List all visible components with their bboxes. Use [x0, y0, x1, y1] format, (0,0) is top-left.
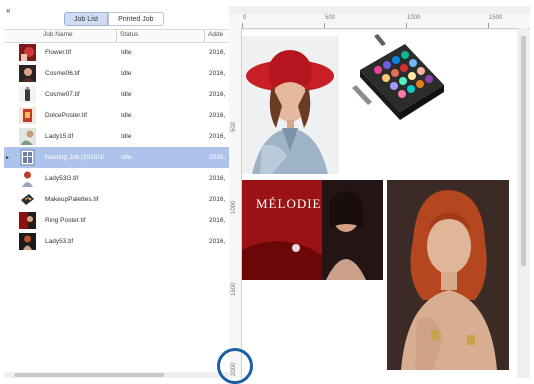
column-status[interactable]: Status: [120, 31, 138, 38]
table-row-selected[interactable]: ▸ Nesting Job [2016/1! Idle 2016,: [4, 147, 229, 168]
job-added: 2016,: [209, 196, 226, 203]
table-row[interactable]: Cosme06.tif Idle 2016,: [4, 63, 229, 84]
job-status: Idle: [121, 70, 132, 77]
image-makeup-palette[interactable]: [350, 30, 450, 130]
image-thumb-lady-red: [19, 170, 36, 187]
image-melodie-poster[interactable]: MÉLODIE: [242, 180, 383, 280]
job-status: Idle: [121, 91, 132, 98]
poster-title: MÉLODIE: [256, 196, 322, 211]
job-added: 2016,: [209, 49, 226, 56]
image-thumb-lady-dark: [19, 233, 36, 250]
job-name: Flower.tif: [45, 49, 72, 56]
job-added: 2016,: [209, 238, 226, 245]
horizontal-scrollbar[interactable]: [4, 372, 229, 378]
print-canvas[interactable]: MÉLODIE: [242, 30, 517, 378]
job-name: DolcePoster.tif: [45, 112, 87, 119]
ruler-tick: [324, 23, 325, 28]
job-name: Ring Poster.tif: [45, 217, 86, 224]
job-table-header: Job Name Status Adde: [4, 29, 229, 43]
image-thumb-bottle: [19, 86, 36, 103]
melodie-poster-art: [242, 180, 383, 280]
job-name: Lady53.tif: [45, 238, 74, 245]
nesting-job-icon: [20, 149, 35, 166]
collapse-left-icon[interactable]: «: [6, 6, 10, 15]
image-thumb-portrait: [19, 65, 36, 82]
job-status: Idle: [121, 112, 132, 119]
job-name: Nesting Job [2016/1!: [45, 154, 105, 161]
table-row[interactable]: Cosme07.tif Idle 2016,: [4, 84, 229, 105]
image-thumb-lady: [19, 128, 36, 145]
table-row[interactable]: Lady53.tif 2016,: [4, 231, 229, 252]
image-thumb-palette: [19, 191, 36, 208]
ruler-label: 1000: [407, 15, 421, 21]
table-row[interactable]: Lady53G.tif 2016,: [4, 168, 229, 189]
job-list-panel: Job List Printed Job Job Name Status Add…: [4, 6, 230, 378]
image-thumb-red: [19, 44, 36, 61]
ruler-label: 500: [325, 15, 336, 21]
scrollbar-thumb[interactable]: [521, 36, 526, 266]
horizontal-ruler: 0 500 1000 1500: [229, 14, 530, 29]
column-divider[interactable]: [116, 30, 117, 42]
job-added: 2016,: [209, 217, 226, 224]
callout-circle-marker: [217, 348, 253, 384]
ruler-label: 1500: [489, 15, 503, 21]
ruler-label: 1000: [231, 200, 237, 214]
job-tabs: Job List Printed Job: [64, 12, 164, 26]
tab-printed-job[interactable]: Printed Job: [108, 12, 164, 26]
job-status: Idle: [121, 49, 132, 56]
job-status: Idle: [121, 154, 132, 161]
ruler-label: 0: [243, 15, 247, 21]
job-name: MakeupPalettes.tif: [45, 196, 99, 203]
ruler-label: 500: [231, 121, 237, 132]
job-name: Cosme06.tif: [45, 70, 80, 77]
job-added: 2016,: [209, 154, 226, 161]
layout-preview-panel: 0 500 1000 1500 500 1000 1500 2000 MÉLOD…: [229, 6, 530, 378]
job-added: 2016,: [209, 91, 226, 98]
image-lady-red-hair[interactable]: [387, 180, 509, 370]
table-row[interactable]: Ring Poster.tif 2016,: [4, 210, 229, 231]
tab-job-list[interactable]: Job List: [64, 12, 109, 26]
column-divider[interactable]: [204, 30, 205, 42]
job-added: 2016,: [209, 112, 226, 119]
job-name: Lady15.tif: [45, 133, 74, 140]
image-thumb-poster: [19, 107, 36, 124]
column-added[interactable]: Adde: [208, 31, 223, 38]
image-lady-red-hat[interactable]: [242, 36, 339, 174]
image-thumb-ring: [19, 212, 36, 229]
job-added: 2016,: [209, 133, 226, 140]
job-added: 2016,: [209, 175, 226, 182]
table-row[interactable]: DolcePoster.tif Idle 2016,: [4, 105, 229, 126]
job-added: 2016,: [209, 70, 226, 77]
ruler-tick: [488, 23, 489, 28]
expand-arrow-icon[interactable]: ▸: [6, 154, 9, 161]
column-job-name[interactable]: Job Name: [43, 31, 73, 38]
ruler-tick: [406, 23, 407, 28]
job-name: Lady53G.tif: [45, 175, 79, 182]
ruler-label: 1500: [231, 282, 237, 296]
job-name: Cosme07.tif: [45, 91, 80, 98]
vertical-scrollbar[interactable]: [519, 28, 528, 378]
table-row[interactable]: Lady15.tif Idle 2016,: [4, 126, 229, 147]
table-row[interactable]: MakeupPalettes.tif 2016,: [4, 189, 229, 210]
table-row[interactable]: Flower.tif Idle 2016,: [4, 42, 229, 63]
vertical-ruler: 500 1000 1500 2000: [229, 28, 242, 378]
scrollbar-thumb[interactable]: [14, 373, 164, 377]
job-status: Idle: [121, 133, 132, 140]
ruler-tick: [242, 23, 243, 28]
